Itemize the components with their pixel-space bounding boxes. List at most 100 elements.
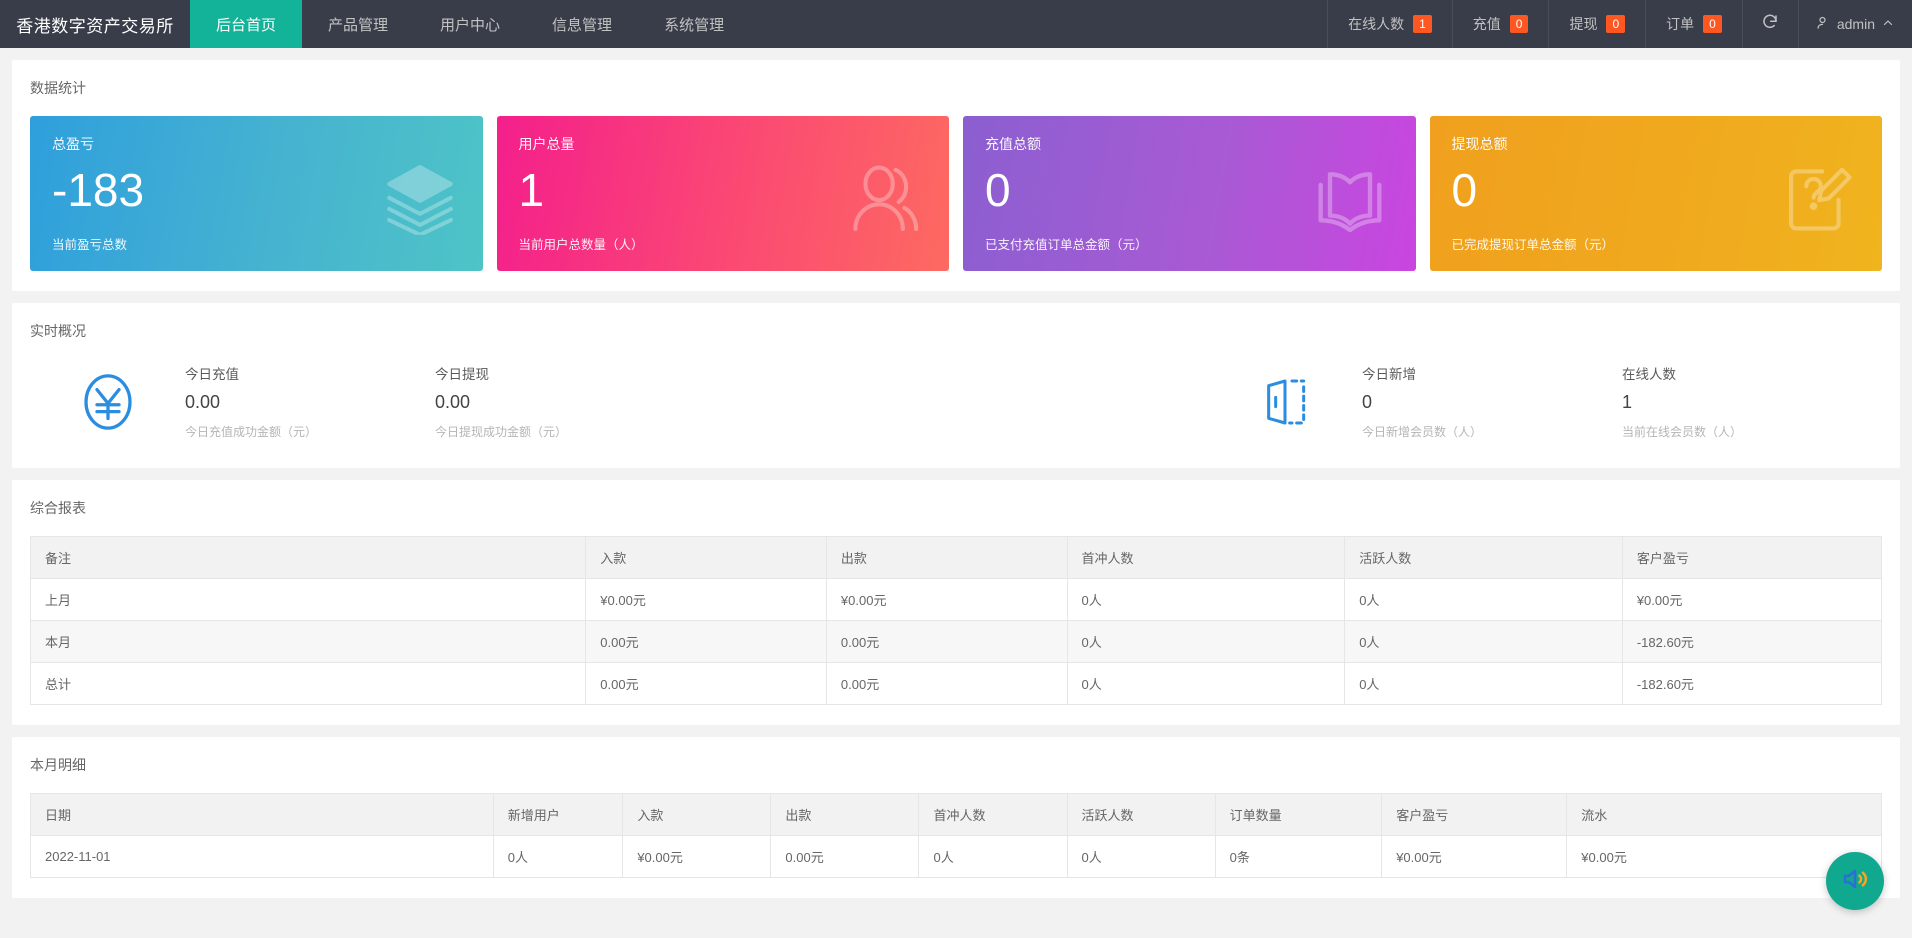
col-turnover: 流水: [1566, 793, 1882, 836]
nav-stat-online[interactable]: 在线人数 1: [1327, 0, 1452, 48]
cell-remark: 总计: [29, 662, 587, 705]
realtime-block-today-withdraw: 今日提现 0.00 今日提现成功金额（元）: [435, 363, 685, 440]
top-navigation-bar: 香港数字资产交易所 后台首页 产品管理 用户中心 信息管理 系统管理 在线人数 …: [0, 0, 1912, 48]
cell-withdraw: 0.00元: [825, 620, 1068, 663]
cell-deposit: 0.00元: [585, 662, 827, 705]
table-row: 2022-11-01 0人 ¥0.00元 0.00元 0人 0人 0条 ¥0.0…: [30, 835, 1882, 878]
nav-stat-orders[interactable]: 订单 0: [1645, 0, 1742, 48]
nav-stat-withdraw[interactable]: 提现 0: [1548, 0, 1645, 48]
realtime-subtitle: 今日充值成功金额（元）: [185, 425, 318, 439]
nav-stat-recharge-badge: 0: [1509, 15, 1529, 33]
door-open-icon: [1207, 374, 1362, 430]
stat-card-subtitle: 已完成提现订单总金额（元）: [1451, 238, 1615, 252]
cell-active: 0人: [1066, 835, 1216, 878]
table-header-row: 备注 入款 出款 首冲人数 活跃人数 客户盈亏: [29, 536, 1883, 579]
cell-date: 2022-11-01: [30, 835, 494, 878]
realtime-value: 0: [1362, 392, 1373, 412]
table-header-row: 日期 新增用户 入款 出款 首冲人数 活跃人数 订单数量 客户盈亏 流水: [30, 793, 1882, 836]
stat-card-title: 提现总额: [1451, 136, 1508, 152]
cell-deposit: ¥0.00元: [622, 835, 772, 878]
realtime-value: 1: [1622, 392, 1633, 412]
realtime-block-today-recharge: 今日充值 0.00 今日充值成功金额（元）: [185, 363, 435, 440]
report-panel: 综合报表 备注 入款 出款 首冲人数 活跃人数 客户盈亏 上月 ¥0.00元 ¥…: [12, 480, 1900, 725]
stat-card-subtitle: 已支付充值订单总金额（元）: [985, 238, 1148, 252]
cell-remark: 上月: [29, 578, 587, 621]
realtime-panel: 实时概况 今日充值 0.00 今日充值成功金额（元） 今日提现 0.00 今日提…: [12, 303, 1900, 468]
table-row: 上月 ¥0.00元 ¥0.00元 0人 0人 ¥0.00元: [29, 578, 1883, 621]
user-icon: [1815, 15, 1830, 33]
stats-panel: 数据统计 总盈亏 -183 当前盈亏总数 用户总量 1 当前用户总数量（人） 充…: [12, 60, 1900, 291]
realtime-block-online: 在线人数 1 当前在线会员数（人）: [1622, 363, 1882, 440]
realtime-subtitle: 今日新增会员数（人）: [1362, 425, 1483, 439]
nav-right-group: 在线人数 1 充值 0 提现 0 订单 0 admin: [1327, 0, 1912, 48]
cell-withdraw: 0.00元: [770, 835, 920, 878]
col-customer-pnl: 客户盈亏: [1621, 536, 1883, 579]
realtime-label: 今日新增: [1362, 367, 1416, 382]
nav-stat-withdraw-label: 提现: [1569, 16, 1598, 32]
col-first-charge: 首冲人数: [918, 793, 1068, 836]
col-deposit: 入款: [585, 536, 827, 579]
brand-logo: 香港数字资产交易所: [16, 16, 174, 36]
cell-deposit: 0.00元: [585, 620, 827, 663]
nav-stat-online-badge: 1: [1413, 15, 1432, 33]
cell-customer-pnl: -182.60元: [1621, 662, 1883, 705]
col-new-users: 新增用户: [492, 793, 624, 836]
col-active: 活跃人数: [1066, 793, 1216, 836]
cell-order-count: 0条: [1214, 835, 1383, 878]
realtime-value: 0.00: [185, 392, 221, 412]
user-menu[interactable]: admin: [1797, 0, 1912, 48]
nav-item-system[interactable]: 系统管理: [638, 0, 750, 48]
stat-card-total-recharge[interactable]: 充值总额 0 已支付充值订单总金额（元）: [963, 116, 1416, 271]
user-name: admin: [1836, 16, 1875, 32]
stat-card-value: 0: [985, 164, 1011, 216]
cell-first-charge: 0人: [1066, 662, 1346, 705]
col-date: 日期: [30, 793, 494, 836]
nav-item-info[interactable]: 信息管理: [526, 0, 638, 48]
col-deposit: 入款: [622, 793, 772, 836]
nav-stat-recharge[interactable]: 充值 0: [1451, 0, 1549, 48]
realtime-label: 今日充值: [185, 367, 239, 382]
col-first-charge: 首冲人数: [1066, 536, 1346, 579]
realtime-label: 在线人数: [1622, 367, 1676, 382]
detail-table: 日期 新增用户 入款 出款 首冲人数 活跃人数 订单数量 客户盈亏 流水 202…: [30, 793, 1882, 878]
cell-active: 0人: [1344, 578, 1623, 621]
cell-first-charge: 0人: [918, 835, 1068, 878]
cell-first-charge: 0人: [1066, 578, 1346, 621]
nav-stat-recharge-label: 充值: [1472, 16, 1501, 32]
realtime-block-today-new: 今日新增 0 今日新增会员数（人）: [1362, 363, 1622, 440]
stat-card-subtitle: 当前盈亏总数: [52, 238, 128, 252]
cell-remark: 本月: [29, 620, 587, 663]
cell-customer-pnl: ¥0.00元: [1381, 835, 1568, 878]
stat-card-title: 充值总额: [985, 136, 1041, 152]
col-remark: 备注: [29, 536, 587, 579]
report-panel-title: 综合报表: [30, 500, 86, 516]
cell-customer-pnl: ¥0.00元: [1621, 578, 1883, 621]
nav-item-users[interactable]: 用户中心: [414, 0, 526, 48]
cell-withdraw: 0.00元: [825, 662, 1068, 705]
detail-panel: 本月明细 日期 新增用户 入款 出款 首冲人数 活跃人数 订单数量 客户盈亏 流…: [12, 737, 1900, 898]
nav-item-products[interactable]: 产品管理: [302, 0, 414, 48]
realtime-value: 0.00: [435, 392, 471, 412]
nav-stat-online-label: 在线人数: [1348, 16, 1405, 32]
nav-item-home[interactable]: 后台首页: [190, 0, 303, 48]
yen-circle-icon: [30, 369, 185, 435]
nav-stat-orders-badge: 0: [1703, 15, 1722, 33]
cell-active: 0人: [1344, 620, 1623, 663]
chevron-up-icon: [1882, 16, 1894, 32]
cell-new-users: 0人: [492, 835, 624, 878]
col-customer-pnl: 客户盈亏: [1381, 793, 1568, 836]
stat-card-total-withdraw[interactable]: 提现总额 0 已完成提现订单总金额（元）: [1429, 116, 1882, 271]
cell-customer-pnl: -182.60元: [1621, 620, 1883, 663]
stat-card-subtitle: 当前用户总数量（人）: [518, 238, 644, 252]
col-withdraw: 出款: [770, 793, 920, 836]
stat-card-total-users[interactable]: 用户总量 1 当前用户总数量（人）: [496, 116, 949, 271]
stat-card-total-pnl[interactable]: 总盈亏 -183 当前盈亏总数: [30, 116, 483, 271]
detail-panel-title: 本月明细: [30, 757, 86, 773]
col-order-count: 订单数量: [1214, 793, 1383, 836]
refresh-icon: [1761, 13, 1779, 36]
sound-toggle-button[interactable]: [1826, 852, 1884, 910]
stat-card-value: 0: [1451, 164, 1478, 216]
refresh-button[interactable]: [1741, 0, 1798, 48]
main-nav: 后台首页 产品管理 用户中心 信息管理 系统管理: [190, 0, 750, 48]
